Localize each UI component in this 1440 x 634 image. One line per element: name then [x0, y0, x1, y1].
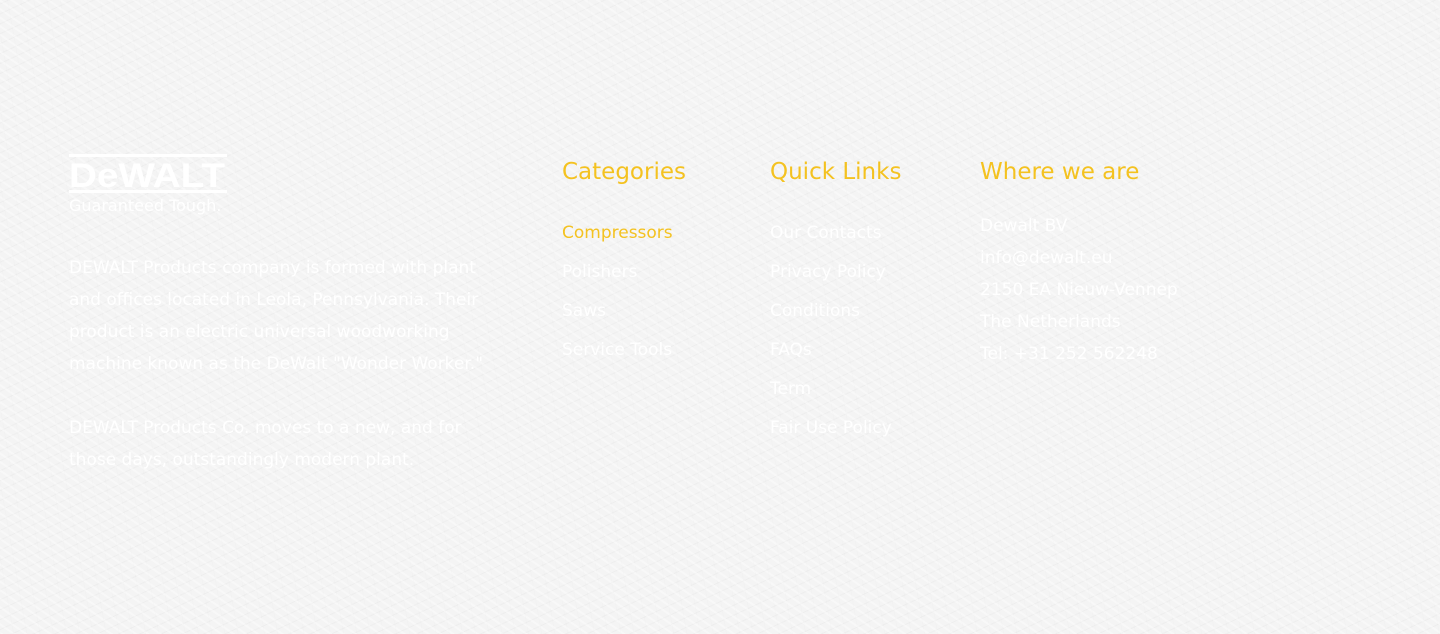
quick-links-list: Our Contacts Privacy Policy Conditions F…: [770, 222, 960, 456]
dewalt-logo[interactable]: DeWALT: [69, 154, 229, 194]
contact-phone[interactable]: Tel: +31 252 562248: [980, 338, 1280, 370]
company-name: Dewalt BV: [980, 216, 1068, 236]
quick-links-heading: Quick Links: [770, 159, 902, 185]
quick-link-fair-use-policy[interactable]: Fair Use Policy: [770, 417, 960, 456]
contact-address: 2150 EA Nieuw-Vennep: [980, 280, 1178, 300]
categories-heading: Categories: [562, 159, 686, 185]
about-paragraph: DEWALT Products company is formed with p…: [69, 258, 484, 374]
where-we-are-heading: Where we are: [980, 159, 1140, 185]
brand-column: DeWALT Guaranteed Tough. DEWALT Products…: [69, 154, 499, 476]
site-footer: DeWALT Guaranteed Tough. DEWALT Products…: [0, 0, 1440, 634]
quick-link-privacy-policy[interactable]: Privacy Policy: [770, 261, 960, 300]
brand-tagline: Guaranteed Tough.: [69, 196, 222, 215]
category-link-service-tools[interactable]: Service Tools: [562, 339, 752, 378]
category-link-polishers[interactable]: Polishers: [562, 261, 752, 300]
categories-list: Compressors Polishers Saws Service Tools: [562, 222, 752, 378]
category-link-saws[interactable]: Saws: [562, 300, 752, 339]
where-we-are-column: Where we are Dewalt BV info@dewalt.eu 21…: [980, 150, 1280, 370]
contact-block: Dewalt BV info@dewalt.eu 2150 EA Nieuw-V…: [980, 210, 1280, 370]
categories-column: Categories Compressors Polishers Saws Se…: [562, 150, 752, 378]
quick-link-term[interactable]: Term: [770, 378, 960, 417]
quick-links-column: Quick Links Our Contacts Privacy Policy …: [770, 150, 960, 456]
svg-text:DeWALT: DeWALT: [69, 157, 225, 194]
category-link-compressors[interactable]: Compressors: [562, 222, 752, 261]
quick-link-conditions[interactable]: Conditions: [770, 300, 960, 339]
quick-link-faqs[interactable]: FAQs: [770, 339, 960, 378]
contact-country: The Netherlands: [980, 312, 1121, 332]
about-paragraph: DEWALT Products Co. moves to a new, and …: [69, 418, 462, 470]
contact-email[interactable]: info@dewalt.eu: [980, 242, 1280, 274]
quick-link-our-contacts[interactable]: Our Contacts: [770, 222, 960, 261]
